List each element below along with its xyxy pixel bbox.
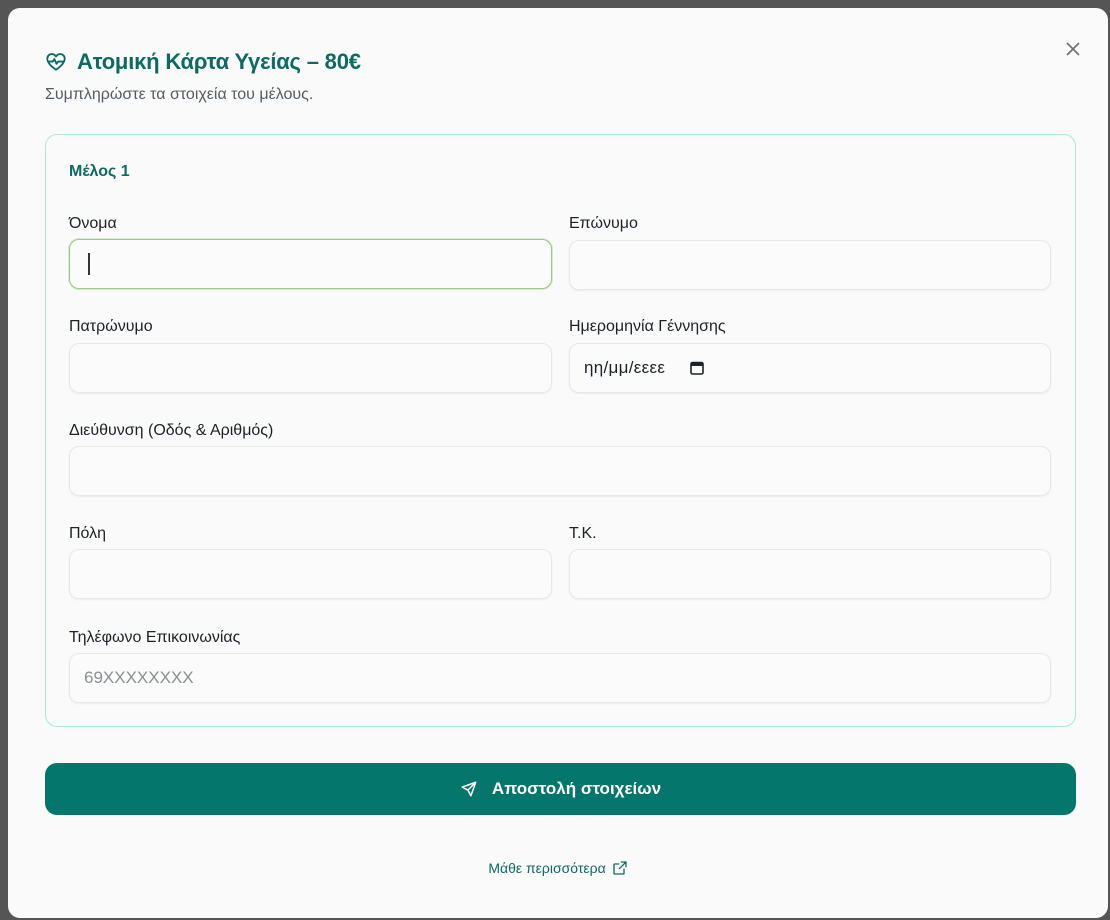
heart-pulse-icon [46, 53, 66, 71]
first-name-label: Όνομα [69, 215, 117, 232]
dialog-header: Ατομική Κάρτα Υγείας – 80€ Συμπληρώστε τ… [45, 48, 1038, 104]
address-input[interactable] [69, 446, 1051, 496]
postal-code-label: Τ.Κ. [569, 525, 597, 542]
birth-date-label: Ημερομηνία Γέννησης [569, 318, 726, 335]
phone-label: Τηλέφωνο Επικοινωνίας [69, 629, 241, 646]
submit-button[interactable]: Αποστολή στοιχείων [45, 763, 1076, 815]
phone-placeholder: 69XXXXXXXX [84, 668, 194, 687]
health-card-dialog: Ατομική Κάρτα Υγείας – 80€ Συμπληρώστε τ… [8, 8, 1108, 918]
send-icon [461, 781, 477, 797]
birth-date-placeholder: ηη/μμ/εεεε [584, 358, 666, 377]
submit-label: Αποστολή στοιχείων [491, 779, 662, 798]
postal-code-input[interactable] [569, 549, 1051, 599]
city-label: Πόλη [69, 525, 107, 542]
dialog-subtitle: Συμπληρώστε τα στοιχεία του μέλους. [45, 86, 314, 103]
member-card: Μέλος 1 Όνομα Επώνυμο Πατρώνυμο Ημερομην… [45, 134, 1076, 727]
last-name-input[interactable] [569, 240, 1051, 290]
first-name-input[interactable] [69, 239, 552, 289]
address-label: Διεύθυνση (Οδός & Αριθμός) [69, 422, 274, 439]
close-icon[interactable] [1062, 38, 1084, 60]
last-name-label: Επώνυμο [569, 215, 638, 232]
birth-date-input[interactable]: ηη/μμ/εεεε [569, 343, 1051, 393]
learn-more-label: Μάθε περισσότερα [488, 860, 606, 876]
father-name-input[interactable] [69, 343, 552, 393]
city-input[interactable] [69, 549, 552, 599]
dialog-title: Ατομική Κάρτα Υγείας – 80€ [77, 49, 361, 74]
external-link-icon [613, 861, 627, 875]
text-caret [88, 253, 90, 275]
father-name-label: Πατρώνυμο [69, 318, 153, 335]
calendar-icon[interactable] [689, 360, 705, 376]
learn-more-link[interactable]: Μάθε περισσότερα [8, 860, 1108, 876]
member-title: Μέλος 1 [69, 163, 130, 180]
phone-input[interactable]: 69XXXXXXXX [69, 653, 1051, 703]
